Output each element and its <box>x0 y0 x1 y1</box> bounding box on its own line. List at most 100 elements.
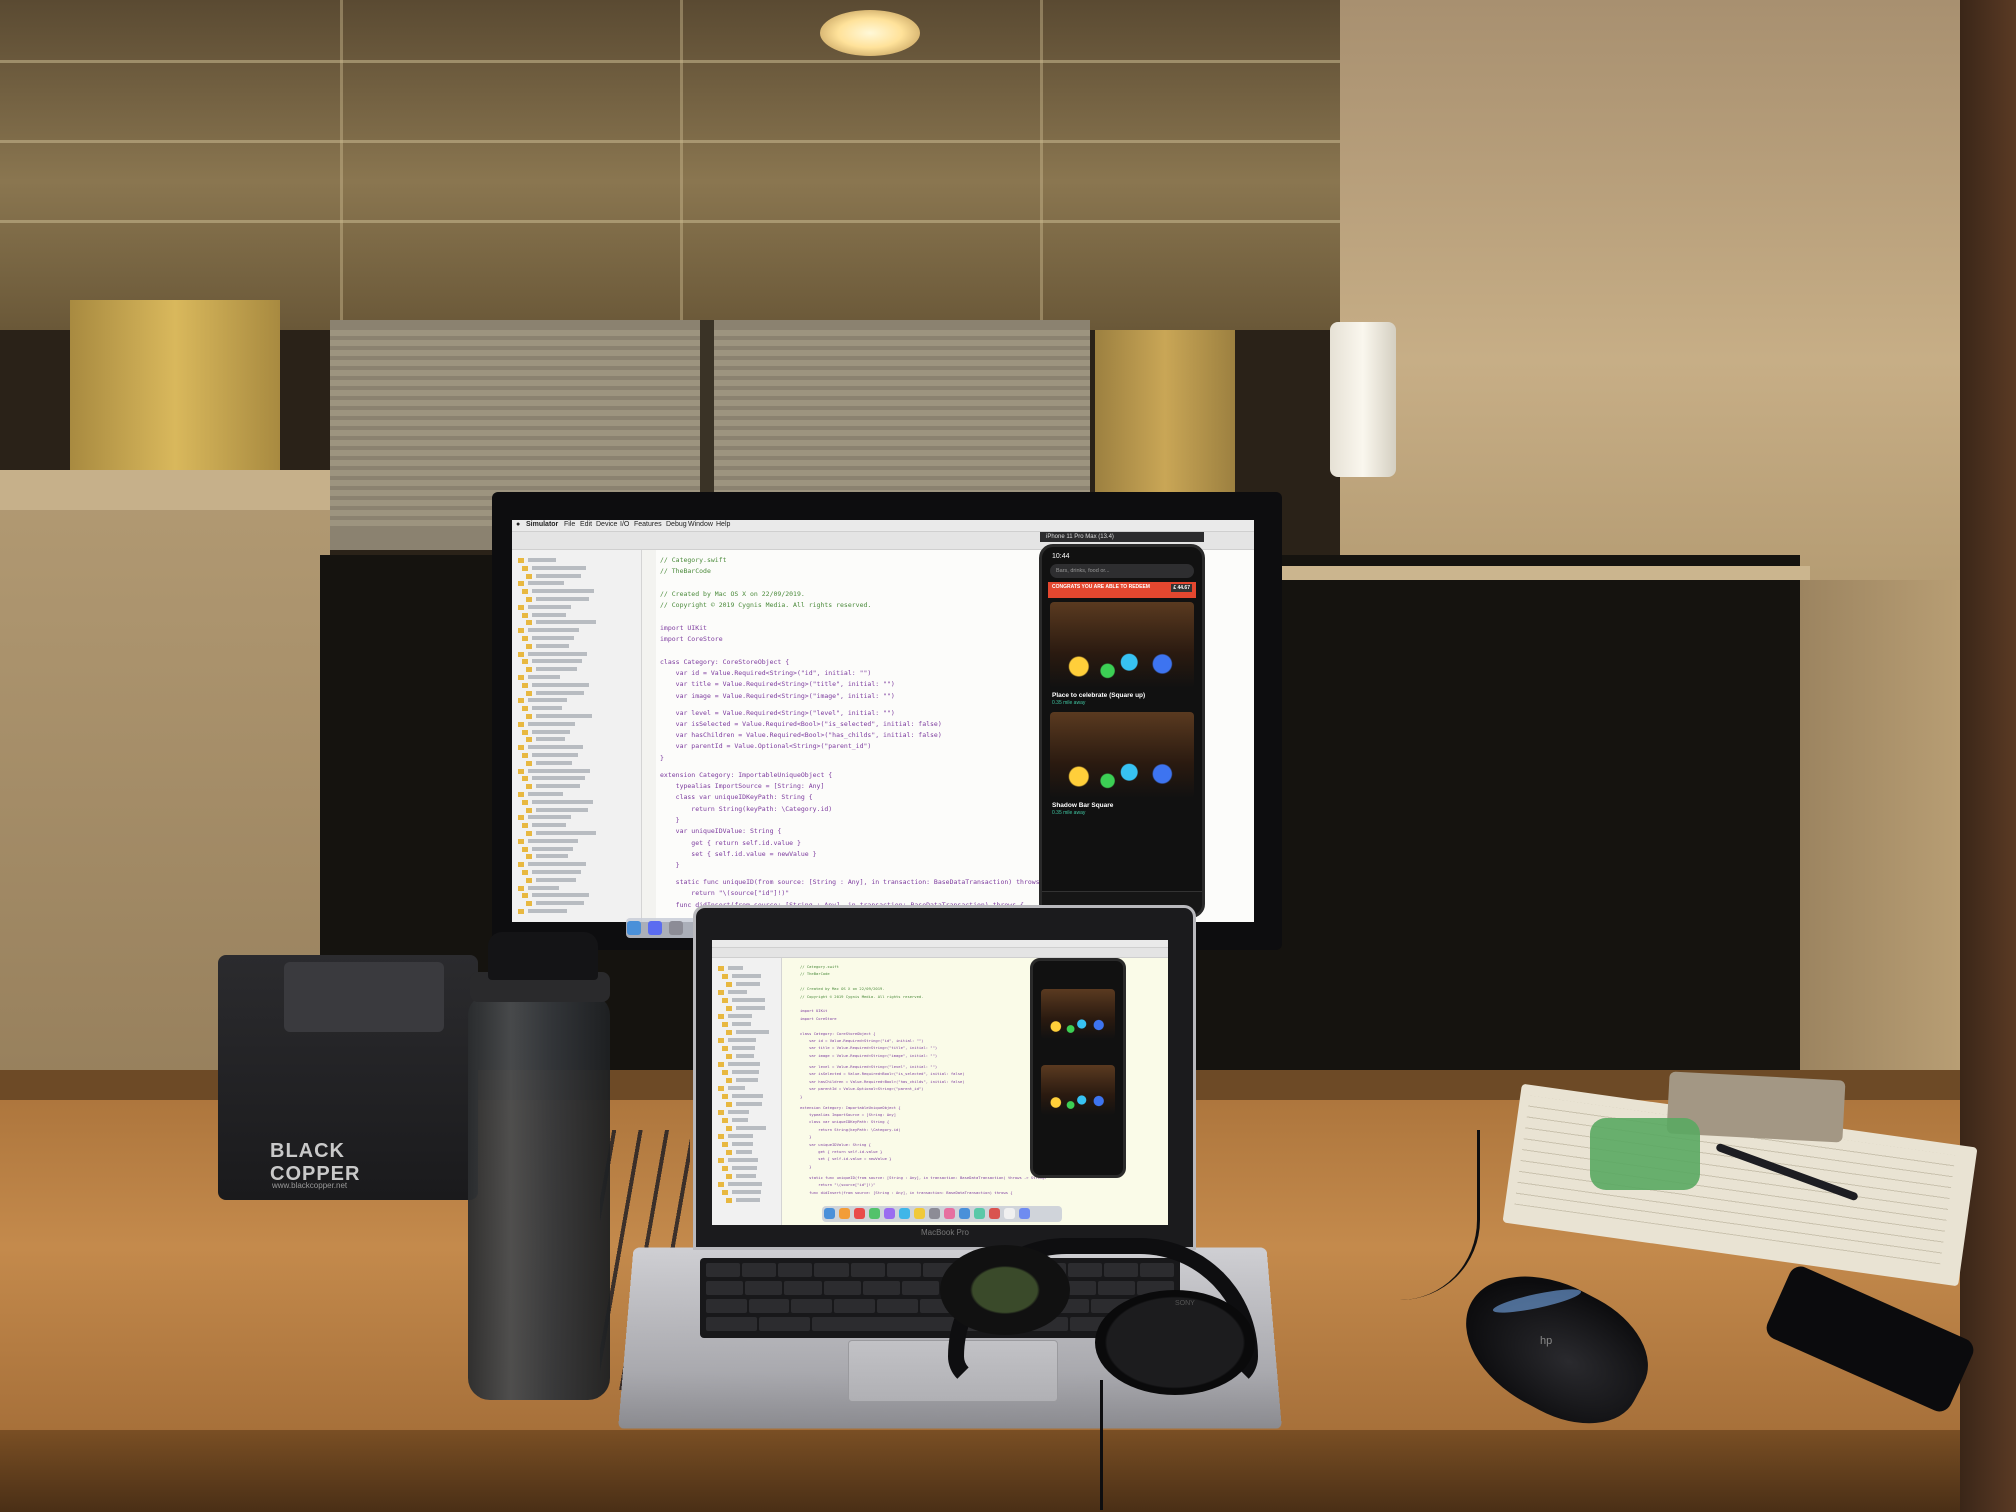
iphone-simulator[interactable] <box>1030 958 1126 1178</box>
menu-app-name[interactable]: Simulator <box>526 521 558 528</box>
venue-image[interactable] <box>1050 602 1194 688</box>
file-tree-row[interactable] <box>736 1198 760 1202</box>
file-tree-row[interactable] <box>728 1062 760 1066</box>
dock-app-icon[interactable] <box>959 1208 970 1219</box>
menu-window[interactable]: Window <box>688 521 713 528</box>
menu-file[interactable]: File <box>564 521 575 528</box>
file-tree-row[interactable] <box>532 659 582 664</box>
file-tree-row[interactable] <box>528 651 587 656</box>
file-tree-row[interactable] <box>528 604 572 609</box>
project-navigator[interactable] <box>712 958 782 1225</box>
siri-icon[interactable] <box>648 921 663 935</box>
file-tree-row[interactable] <box>732 1166 757 1170</box>
dock-app-icon[interactable] <box>944 1208 955 1219</box>
file-tree-row[interactable] <box>536 901 584 906</box>
file-tree-row[interactable] <box>536 854 569 859</box>
file-tree-row[interactable] <box>732 1094 764 1098</box>
file-tree-row[interactable] <box>736 1006 765 1010</box>
file-tree-row[interactable] <box>528 815 571 820</box>
file-tree-row[interactable] <box>532 846 574 851</box>
file-tree-row[interactable] <box>528 628 580 633</box>
dock-app-icon[interactable] <box>899 1208 910 1219</box>
file-tree-row[interactable] <box>736 1174 756 1178</box>
venue-name[interactable]: Shadow Bar Square <box>1042 798 1202 809</box>
file-tree-row[interactable] <box>736 1030 769 1034</box>
file-tree-row[interactable] <box>532 893 589 898</box>
file-tree-row[interactable] <box>728 1014 752 1018</box>
file-tree-row[interactable] <box>528 558 556 562</box>
dock-app-icon[interactable] <box>839 1208 850 1219</box>
menu-device[interactable]: Device <box>596 521 617 528</box>
file-tree-row[interactable] <box>528 838 579 843</box>
file-tree-row[interactable] <box>532 870 581 874</box>
redeem-banner[interactable]: CONGRATS YOU ARE ABLE TO REDEEM £ 44.67 <box>1048 582 1196 598</box>
file-tree-row[interactable] <box>728 1086 746 1090</box>
file-tree-row[interactable] <box>532 612 567 617</box>
dock-app-icon[interactable] <box>869 1208 880 1219</box>
file-tree-row[interactable] <box>728 1182 762 1186</box>
file-tree-row[interactable] <box>528 745 583 750</box>
venue-name[interactable]: Place to celebrate (Square up) <box>1042 688 1202 699</box>
file-tree-row[interactable] <box>536 737 565 742</box>
file-tree-row[interactable] <box>532 589 594 594</box>
file-tree-row[interactable] <box>736 1078 759 1082</box>
file-tree-row[interactable] <box>728 966 744 970</box>
file-tree-row[interactable] <box>732 1118 749 1122</box>
file-tree-row[interactable] <box>532 565 586 570</box>
file-tree-row[interactable] <box>532 682 590 687</box>
file-tree-row[interactable] <box>536 760 573 765</box>
file-tree-row[interactable] <box>528 675 560 679</box>
file-tree-row[interactable] <box>528 885 559 890</box>
file-tree-row[interactable] <box>528 698 568 703</box>
file-tree-row[interactable] <box>536 831 596 835</box>
dock-app-icon[interactable] <box>884 1208 895 1219</box>
search-bar[interactable]: Bars, drinks, food or... <box>1050 564 1194 578</box>
file-tree-row[interactable] <box>736 1126 767 1130</box>
file-tree-row[interactable] <box>536 620 597 625</box>
file-tree-row[interactable] <box>528 792 563 796</box>
file-tree-row[interactable] <box>728 1158 758 1162</box>
file-tree-row[interactable] <box>732 1022 751 1026</box>
file-tree-row[interactable] <box>732 1070 759 1074</box>
menu-features[interactable]: Features <box>634 521 662 528</box>
file-tree-row[interactable] <box>536 667 577 672</box>
file-tree-row[interactable] <box>532 636 574 640</box>
file-tree-row[interactable] <box>536 643 569 648</box>
menu-help[interactable]: Help <box>716 521 730 528</box>
launchpad-icon[interactable] <box>669 921 684 935</box>
file-tree-row[interactable] <box>536 573 581 578</box>
dock-app-icon[interactable] <box>914 1208 925 1219</box>
dock-app-icon[interactable] <box>989 1208 1000 1219</box>
file-tree-row[interactable] <box>528 862 587 867</box>
file-tree-row[interactable] <box>528 581 564 586</box>
file-tree-row[interactable] <box>536 714 592 718</box>
file-tree-row[interactable] <box>728 1110 750 1114</box>
menu-edit[interactable]: Edit <box>580 521 592 528</box>
file-tree-row[interactable] <box>532 776 586 781</box>
finder-icon[interactable] <box>627 921 641 935</box>
file-tree-row[interactable] <box>536 784 581 789</box>
dock-app-icon[interactable] <box>1004 1208 1015 1219</box>
file-tree-row[interactable] <box>532 799 593 804</box>
file-tree-row[interactable] <box>536 597 589 601</box>
file-tree-row[interactable] <box>732 1190 761 1194</box>
file-tree-row[interactable] <box>528 909 567 913</box>
file-tree-row[interactable] <box>532 706 563 711</box>
project-navigator[interactable] <box>512 550 642 922</box>
file-tree-row[interactable] <box>732 1142 753 1146</box>
dock-app-icon[interactable] <box>974 1208 985 1219</box>
apple-icon[interactable]: ● <box>516 521 520 528</box>
file-tree-row[interactable] <box>736 982 761 986</box>
dock-app-icon[interactable] <box>854 1208 865 1219</box>
file-tree-row[interactable] <box>528 721 575 726</box>
file-tree-row[interactable] <box>728 990 748 994</box>
file-tree-row[interactable] <box>532 729 570 734</box>
venue-image[interactable] <box>1050 712 1194 798</box>
menu-debug[interactable]: Debug <box>666 521 687 528</box>
file-tree-row[interactable] <box>728 1134 754 1138</box>
iphone-simulator[interactable]: 10:44 Bars, drinks, food or... CONGRATS … <box>1039 544 1205 918</box>
file-tree-row[interactable] <box>736 1102 763 1106</box>
dock-app-icon[interactable] <box>824 1208 835 1219</box>
dock-app-icon[interactable] <box>929 1208 940 1219</box>
file-tree-row[interactable] <box>532 823 566 828</box>
